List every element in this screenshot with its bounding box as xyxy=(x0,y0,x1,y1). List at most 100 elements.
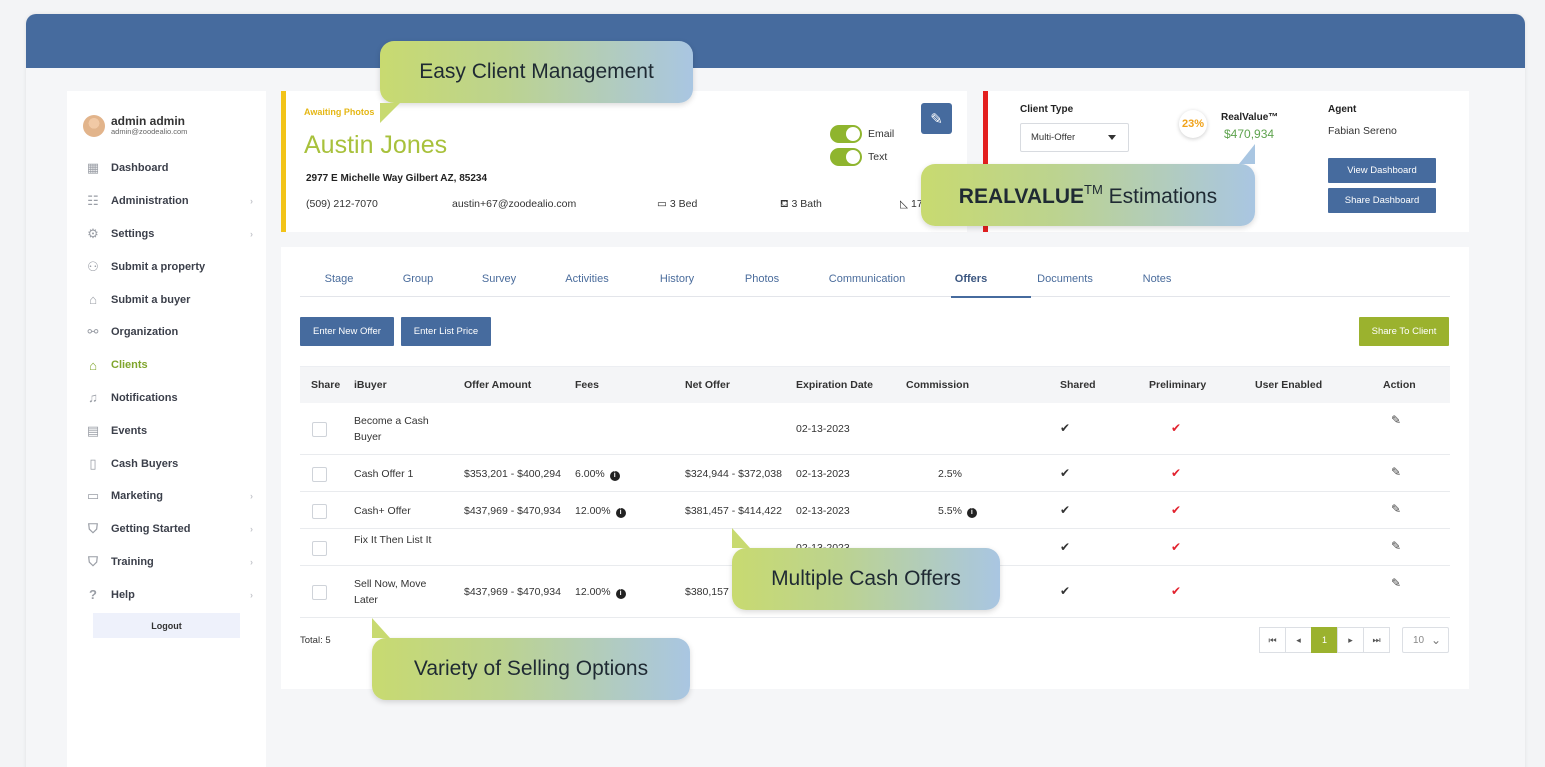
client-type-select[interactable]: Multi-Offer xyxy=(1020,123,1129,152)
callout-cash-offers: Multiple Cash Offers xyxy=(732,528,1000,610)
tab-survey[interactable]: Survey xyxy=(482,273,516,285)
edit-offer-icon[interactable]: ✎ xyxy=(1391,465,1401,479)
tab-history[interactable]: History xyxy=(660,273,694,285)
tab-stage[interactable]: Stage xyxy=(325,273,354,285)
column-header[interactable]: Shared xyxy=(1060,379,1096,391)
organization-icon: ⚯ xyxy=(87,324,99,340)
info-icon[interactable]: i xyxy=(615,507,626,518)
home-icon: ⌂ xyxy=(89,357,97,373)
share-checkbox[interactable] xyxy=(312,585,327,600)
tab-documents[interactable]: Documents xyxy=(1037,273,1093,285)
column-header[interactable]: Commission xyxy=(906,379,969,391)
email-toggle[interactable] xyxy=(830,125,862,143)
callout-tail xyxy=(1239,144,1255,164)
next-page-button[interactable]: ▸ xyxy=(1337,627,1364,653)
sidebar-item-clients[interactable]: ⌂ Clients xyxy=(85,349,253,382)
sidebar-item-label: Events xyxy=(111,424,148,437)
expiration-date: 02-13-2023 xyxy=(796,467,850,480)
sidebar-item-settings[interactable]: ⚙ Settings › xyxy=(85,218,253,251)
tab-offers[interactable]: Offers xyxy=(955,273,987,285)
share-to-client-button[interactable]: Share To Client xyxy=(1359,317,1449,346)
prev-page-icon: ◂ xyxy=(1296,634,1301,645)
column-header[interactable]: Expiration Date xyxy=(796,379,873,391)
last-page-button[interactable]: ⏭ xyxy=(1363,627,1390,653)
column-header[interactable]: Offer Amount xyxy=(464,379,531,391)
sidebar-item-submit-a-buyer[interactable]: ⌂ Submit a buyer xyxy=(85,283,253,316)
share-dashboard-button[interactable]: Share Dashboard xyxy=(1328,188,1436,213)
page-button-current[interactable]: 1 xyxy=(1311,627,1338,653)
commission-value: 2.5% xyxy=(938,467,962,480)
sidebar-item-organization[interactable]: ⚯ Organization xyxy=(85,316,253,349)
sidebar-item-marketing[interactable]: ▭ Marketing › xyxy=(85,480,253,513)
chevron-right-icon: › xyxy=(250,228,253,239)
column-header[interactable]: Share xyxy=(311,379,340,391)
sidebar-item-getting-started[interactable]: ⛉ Getting Started › xyxy=(85,513,253,546)
enter-list-price-button[interactable]: Enter List Price xyxy=(401,317,491,346)
agent-name: Fabian Sereno xyxy=(1328,125,1397,137)
sidebar-item-submit-a-property[interactable]: ⚇ Submit a property xyxy=(85,250,253,283)
share-checkbox[interactable] xyxy=(312,422,327,437)
graduation-cap-icon: ⛉ xyxy=(88,521,98,537)
table-header: Share iBuyer Offer Amount Fees Net Offer Expi… xyxy=(300,366,1450,403)
fees: 6.00% i xyxy=(575,466,620,482)
tab-activities[interactable]: Activities xyxy=(565,273,608,285)
view-dashboard-button[interactable]: View Dashboard xyxy=(1328,158,1436,183)
column-header[interactable]: Fees xyxy=(575,379,599,391)
pencil-icon: ✎ xyxy=(930,110,943,128)
ibuyer-name: Sell Now, Move Later xyxy=(354,578,427,606)
user-profile[interactable]: admin admin admin@zoodealio.com xyxy=(83,115,187,137)
info-icon[interactable]: i xyxy=(609,470,620,481)
edit-client-button[interactable]: ✎ xyxy=(921,103,952,134)
share-checkbox[interactable] xyxy=(312,540,327,556)
ibuyer-name: Cash+ Offer xyxy=(354,504,411,517)
realvalue-brand: REALVALUE xyxy=(958,184,1085,208)
pagination: ⏮ ◂ 1 ▸ ⏭ xyxy=(1259,627,1390,653)
sidebar-item-label: Administration xyxy=(111,195,189,208)
edit-offer-icon[interactable]: ✎ xyxy=(1391,502,1401,516)
fees-value: 12.00% xyxy=(575,504,611,517)
logout-button[interactable]: Logout xyxy=(93,613,240,638)
tab-photos[interactable]: Photos xyxy=(745,273,779,285)
shared-check-icon: ✔ xyxy=(1060,502,1071,517)
client-address: 2977 E Michelle Way Gilbert AZ, 85234 xyxy=(306,173,488,184)
column-header[interactable]: Action xyxy=(1383,379,1416,391)
edit-offer-icon[interactable]: ✎ xyxy=(1391,413,1401,427)
share-checkbox[interactable] xyxy=(312,466,327,482)
first-page-button[interactable]: ⏮ xyxy=(1259,627,1286,653)
sidebar-item-help[interactable]: ? Help › xyxy=(85,578,253,611)
sidebar-item-cash-buyers[interactable]: ▯ Cash Buyers xyxy=(85,447,253,480)
enter-new-offer-button[interactable]: Enter New Offer xyxy=(300,317,394,346)
sidebar-item-dashboard[interactable]: ▦ Dashboard xyxy=(85,152,253,185)
caret-down-icon xyxy=(1108,135,1116,140)
column-header[interactable]: Net Offer xyxy=(685,379,730,391)
sidebar-item-notifications[interactable]: ♫ Notifications xyxy=(85,382,253,415)
sidebar-item-events[interactable]: ▤ Events xyxy=(85,414,253,447)
last-page-icon: ⏭ xyxy=(1372,634,1381,645)
prev-page-button[interactable]: ◂ xyxy=(1285,627,1312,653)
beds: ▭ 3 Bed xyxy=(657,198,698,210)
info-icon[interactable]: i xyxy=(966,507,977,518)
tab-group[interactable]: Group xyxy=(403,273,434,285)
edit-offer-icon[interactable]: ✎ xyxy=(1391,576,1401,590)
column-header[interactable]: iBuyer xyxy=(354,379,387,391)
callout-tail xyxy=(372,618,390,638)
edit-offer-icon[interactable]: ✎ xyxy=(1391,539,1401,553)
bed-icon: ▭ xyxy=(657,198,667,210)
column-header[interactable]: Preliminary xyxy=(1149,379,1206,391)
sidebar-item-administration[interactable]: ☷ Administration › xyxy=(85,185,253,218)
sidebar: admin admin admin@zoodealio.com ▦ Dashboa… xyxy=(67,91,266,767)
column-header[interactable]: User Enabled xyxy=(1255,379,1322,391)
share-checkbox[interactable] xyxy=(312,503,327,519)
preliminary-check-icon: ✔ xyxy=(1171,539,1182,554)
tab-notes[interactable]: Notes xyxy=(1143,273,1172,285)
preliminary-check-icon: ✔ xyxy=(1171,465,1182,480)
text-toggle-label: Text xyxy=(868,151,888,163)
callout-tail xyxy=(732,528,750,548)
home-outline-icon: ⌂ xyxy=(89,292,97,308)
sidebar-item-training[interactable]: ⛉ Training › xyxy=(85,546,253,579)
tab-communication[interactable]: Communication xyxy=(829,273,905,285)
gear-icon: ⚙ xyxy=(87,225,99,241)
info-icon[interactable]: i xyxy=(615,589,626,599)
text-toggle[interactable] xyxy=(830,148,862,166)
page-size-select[interactable]: 10 ⌄ xyxy=(1402,627,1449,653)
